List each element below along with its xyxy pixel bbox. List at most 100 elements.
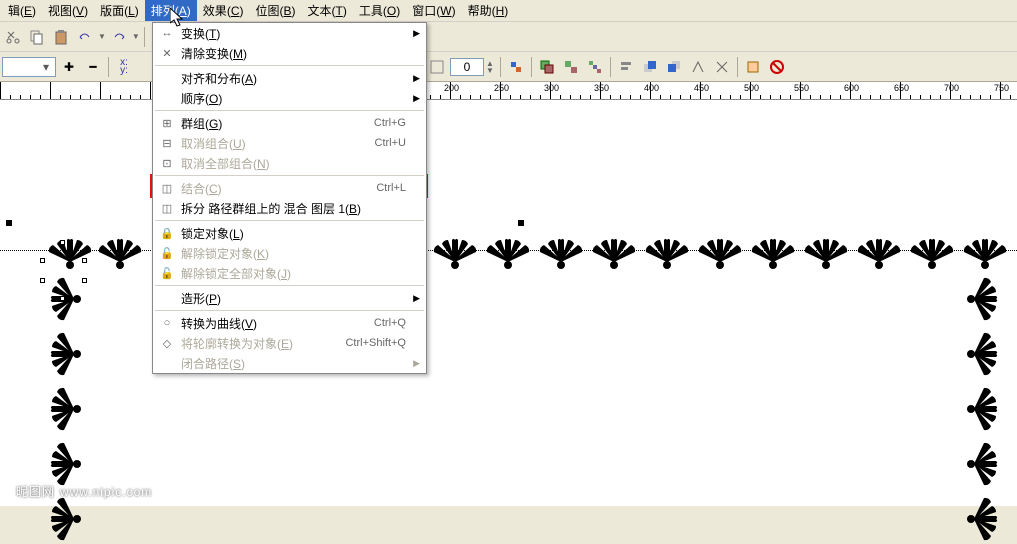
menu-item[interactable]: ◫拆分 路径群组上的 混合 图层 1(B) [153, 198, 426, 218]
menu-item: ⊟取消组合(U)Ctrl+U [153, 133, 426, 153]
menu-icon: ◫ [157, 202, 177, 215]
order-front-button[interactable] [639, 56, 661, 78]
ornament-fan[interactable] [589, 232, 639, 270]
menu-item: ◫结合(C)Ctrl+L [153, 178, 426, 198]
watermark: 昵图网 www.nipic.com [16, 483, 152, 500]
no-button[interactable] [766, 56, 788, 78]
menu-label: 将轮廓转换为对象(E) [177, 335, 345, 352]
ornament-fan[interactable] [45, 232, 95, 270]
arrange-menu: ↔变换(T)▶✕清除变换(M)对齐和分布(A)▶顺序(O)▶⊞群组(G)Ctrl… [152, 22, 427, 374]
node-handle[interactable] [82, 258, 87, 263]
menubar: 辑(E) 视图(V) 版面(L) 排列(A) 效果(C) 位图(B) 文本(T)… [0, 0, 1017, 22]
menu-effects[interactable]: 效果(C) [197, 0, 250, 21]
remove-node-button[interactable]: ━ [82, 56, 104, 78]
ornament-fan[interactable] [966, 494, 1004, 544]
selection-handle[interactable] [518, 220, 524, 226]
menu-item: 🔓解除锁定对象(K) [153, 243, 426, 263]
tool-btn-a[interactable] [426, 56, 448, 78]
menu-arrange[interactable]: 排列(A) [145, 0, 197, 21]
ornament-fan[interactable] [854, 232, 904, 270]
trim-button[interactable] [711, 56, 733, 78]
menu-text[interactable]: 文本(T) [302, 0, 353, 21]
ornament-fan[interactable] [483, 232, 533, 270]
ornament-fan[interactable] [430, 232, 480, 270]
node-handle[interactable] [60, 296, 65, 301]
menu-item[interactable]: ✕清除变换(M) [153, 43, 426, 63]
tool-btn-b[interactable] [505, 56, 527, 78]
menu-item[interactable]: 顺序(O)▶ [153, 88, 426, 108]
menu-help[interactable]: 帮助(H) [462, 0, 515, 21]
menu-item[interactable]: ↔变换(T)▶ [153, 23, 426, 43]
ornament-fan[interactable] [95, 232, 145, 270]
node-handle[interactable] [82, 278, 87, 283]
menu-icon: 🔒 [157, 227, 177, 240]
menu-icon: 🔓 [157, 267, 177, 280]
menu-view[interactable]: 视图(V) [42, 0, 94, 21]
menu-tools[interactable]: 工具(O) [353, 0, 406, 21]
ornament-fan[interactable] [960, 232, 1010, 270]
ornament-fan[interactable] [44, 439, 82, 489]
node-handle[interactable] [40, 258, 45, 263]
menu-icon: ⊞ [157, 117, 177, 130]
menu-label: 造形(P) [177, 290, 406, 307]
menu-label: 对齐和分布(A) [177, 70, 406, 87]
menu-icon: ○ [157, 317, 177, 329]
submenu-arrow: ▶ [413, 358, 420, 369]
copy-button[interactable] [26, 26, 48, 48]
ornament-fan[interactable] [536, 232, 586, 270]
ornament-fan[interactable] [44, 494, 82, 544]
ungroup-all-button[interactable] [584, 56, 606, 78]
menu-icon: ⊡ [157, 157, 177, 170]
menu-label: 顺序(O) [177, 90, 406, 107]
add-node-button[interactable]: ✚ [58, 56, 80, 78]
menu-layout[interactable]: 版面(L) [94, 0, 145, 21]
align-button[interactable] [615, 56, 637, 78]
submenu-arrow: ▶ [413, 28, 420, 39]
ornament-fan[interactable] [966, 439, 1004, 489]
order-back-button[interactable] [663, 56, 685, 78]
num-input[interactable]: 0 [450, 58, 484, 76]
ornament-fan[interactable] [44, 384, 82, 434]
ornament-fan[interactable] [748, 232, 798, 270]
redo-button[interactable] [108, 26, 130, 48]
ornament-fan[interactable] [907, 232, 957, 270]
ornament-fan[interactable] [801, 232, 851, 270]
cut-button[interactable] [2, 26, 24, 48]
node-handle[interactable] [40, 278, 45, 283]
group-button[interactable] [536, 56, 558, 78]
submenu-arrow: ▶ [413, 73, 420, 84]
menu-icon: ✕ [157, 47, 177, 60]
ornament-fan[interactable] [44, 329, 82, 379]
convert-button[interactable] [742, 56, 764, 78]
ungroup-button[interactable] [560, 56, 582, 78]
ornament-fan[interactable] [642, 232, 692, 270]
ornament-fan[interactable] [966, 274, 1004, 324]
ornament-fan[interactable] [695, 232, 745, 270]
combo-preset[interactable]: ▾ [2, 57, 56, 77]
menu-icon: ↔ [157, 27, 177, 39]
menu-icon: 🔓 [157, 247, 177, 260]
menu-item[interactable]: 造形(P) ▶ [153, 288, 426, 308]
weld-button[interactable] [687, 56, 709, 78]
menu-label: 取消组合(U) [177, 135, 375, 152]
menu-item[interactable]: ⊞群组(G)Ctrl+G [153, 113, 426, 133]
menu-label: 拆分 路径群组上的 混合 图层 1(B) [177, 200, 406, 217]
paste-button[interactable] [50, 26, 72, 48]
ornament-fan[interactable] [966, 384, 1004, 434]
menu-item[interactable]: 对齐和分布(A) ▶ [153, 68, 426, 88]
menu-icon: ◇ [157, 337, 177, 350]
menu-label: 清除变换(M) [177, 45, 406, 62]
submenu-arrow: ▶ [413, 293, 420, 304]
menu-item[interactable]: 🔒锁定对象(L) [153, 223, 426, 243]
menu-shortcut: Ctrl+Q [374, 317, 406, 329]
ornament-fan[interactable] [966, 329, 1004, 379]
node-handle[interactable] [60, 240, 65, 245]
selection-handle[interactable] [6, 220, 12, 226]
menu-item: ⊡取消全部组合(N) [153, 153, 426, 173]
menu-shortcut: Ctrl+G [374, 117, 406, 129]
menu-edit[interactable]: 辑(E) [2, 0, 42, 21]
undo-button[interactable] [74, 26, 96, 48]
menu-item[interactable]: ○转换为曲线(V)Ctrl+Q [153, 313, 426, 333]
menu-window[interactable]: 窗口(W) [406, 0, 461, 21]
menu-bitmap[interactable]: 位图(B) [249, 0, 301, 21]
